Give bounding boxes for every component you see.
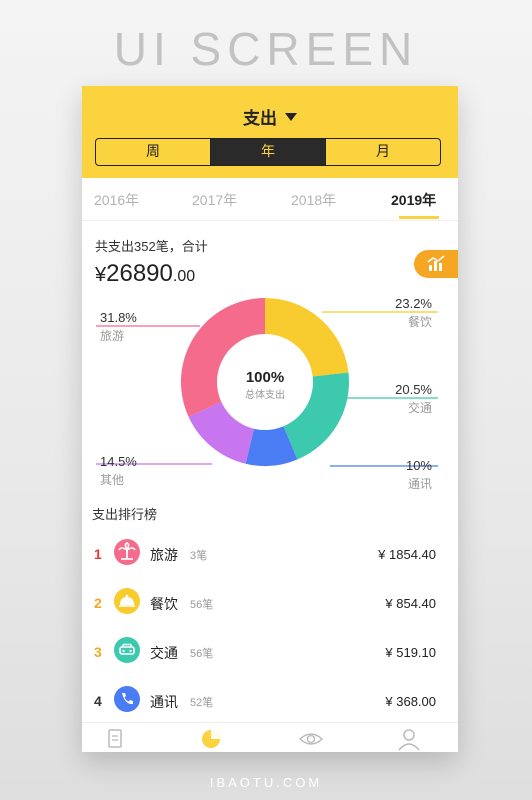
rank-count: 52笔: [190, 697, 214, 709]
rank-amount: ¥ 368.00: [385, 694, 436, 709]
total-decimal: .00: [172, 268, 196, 285]
phone-screen: 支出 周 年 月 2016年 2017年 2018年 2019年 共支出352笔…: [82, 86, 458, 752]
ranking-row-travel[interactable]: 1 旅游 3笔 ¥ 1854.40: [82, 530, 458, 578]
slice-percent-label: 20.5%: [395, 382, 432, 397]
active-year-indicator: [399, 216, 439, 219]
page-title: 支出: [243, 109, 277, 128]
ranking-row-telecom[interactable]: 4 通讯 52笔 ¥ 368.00: [82, 677, 458, 725]
total-integer: 26890: [106, 260, 173, 287]
rank-category-name: 交通: [150, 645, 178, 661]
ranking-row-food[interactable]: 2 餐饮 56笔 ¥ 854.40: [82, 579, 458, 627]
rank-count: 56笔: [190, 648, 214, 660]
slice-category-label: 旅游: [100, 329, 124, 343]
year-tab-2016[interactable]: 2016年: [94, 190, 139, 210]
ranking-row-transport[interactable]: 3 交通 56笔 ¥ 519.10: [82, 628, 458, 676]
year-tab-2018[interactable]: 2018年: [291, 190, 336, 210]
header-bar: 支出 周 年 月: [82, 86, 458, 178]
watermark: IBAOTU.COM: [209, 775, 323, 790]
slice-percent-label: 10%: [406, 458, 432, 473]
rank-number: 3: [94, 644, 102, 660]
nav-discover[interactable]: [298, 726, 324, 752]
expense-donut-chart: 23.2% 餐饮 20.5% 交通 10% 通讯 14.5% 其他 31.8% 旅游 100% 总…: [96, 296, 438, 491]
rank-number: 4: [94, 693, 102, 709]
nav-statistics[interactable]: [198, 726, 224, 752]
year-tab-2017[interactable]: 2017年: [192, 190, 237, 210]
slice-category-label: 其他: [100, 473, 124, 487]
rank-amount: ¥ 854.40: [385, 596, 436, 611]
rank-category-name: 通讯: [150, 694, 178, 710]
slice-category-label: 餐饮: [408, 314, 432, 329]
period-segmented-control: 周 年 月: [95, 138, 441, 166]
rank-category-name: 餐饮: [150, 596, 178, 612]
slice-category-label: 通讯: [408, 477, 432, 491]
rank-number: 2: [94, 595, 102, 611]
food-cloche-icon: [114, 588, 140, 614]
rank-count: 3笔: [190, 550, 208, 562]
rank-count: 56笔: [190, 599, 214, 611]
phone-icon: [114, 686, 140, 712]
user-icon: [398, 729, 420, 751]
segment-month[interactable]: 月: [326, 139, 440, 165]
slice-percent-label: 14.5%: [100, 454, 137, 469]
rank-amount: ¥ 519.10: [385, 645, 436, 660]
segment-week[interactable]: 周: [96, 139, 211, 165]
nav-profile[interactable]: [396, 726, 422, 752]
palm-tree-icon: [114, 539, 140, 565]
rank-amount: ¥ 1854.40: [378, 547, 436, 562]
bar-chart-icon: [427, 255, 445, 271]
donut-center-value: 100%: [246, 369, 284, 386]
rank-number: 1: [94, 546, 102, 562]
year-tabs: 2016年 2017年 2018年 2019年: [82, 178, 458, 221]
car-icon: [114, 637, 140, 663]
donut-center-label: 总体支出: [245, 388, 285, 401]
bottom-nav: [82, 722, 458, 752]
bill-icon: [108, 729, 122, 748]
screen-heading: UI SCREEN: [113, 23, 419, 75]
slice-percent-label: 31.8%: [100, 310, 137, 325]
nav-bill[interactable]: [102, 726, 128, 752]
rank-category-name: 旅游: [150, 547, 178, 563]
total-amount: ¥26890.00: [95, 260, 195, 288]
ranking-title: 支出排行榜: [92, 507, 158, 522]
chart-view-button[interactable]: [414, 250, 458, 278]
expense-summary: 共支出352笔，合计: [95, 239, 208, 254]
currency-symbol: ¥: [95, 264, 107, 286]
slice-percent-label: 23.2%: [395, 296, 432, 311]
expense-title-dropdown[interactable]: 支出: [82, 104, 458, 129]
year-tab-2019[interactable]: 2019年: [391, 190, 436, 210]
segment-year[interactable]: 年: [211, 139, 326, 165]
eye-icon: [298, 733, 324, 745]
slice-category-label: 交通: [408, 400, 432, 415]
caret-down-icon: [285, 113, 297, 121]
pie-chart-icon: [202, 730, 220, 748]
